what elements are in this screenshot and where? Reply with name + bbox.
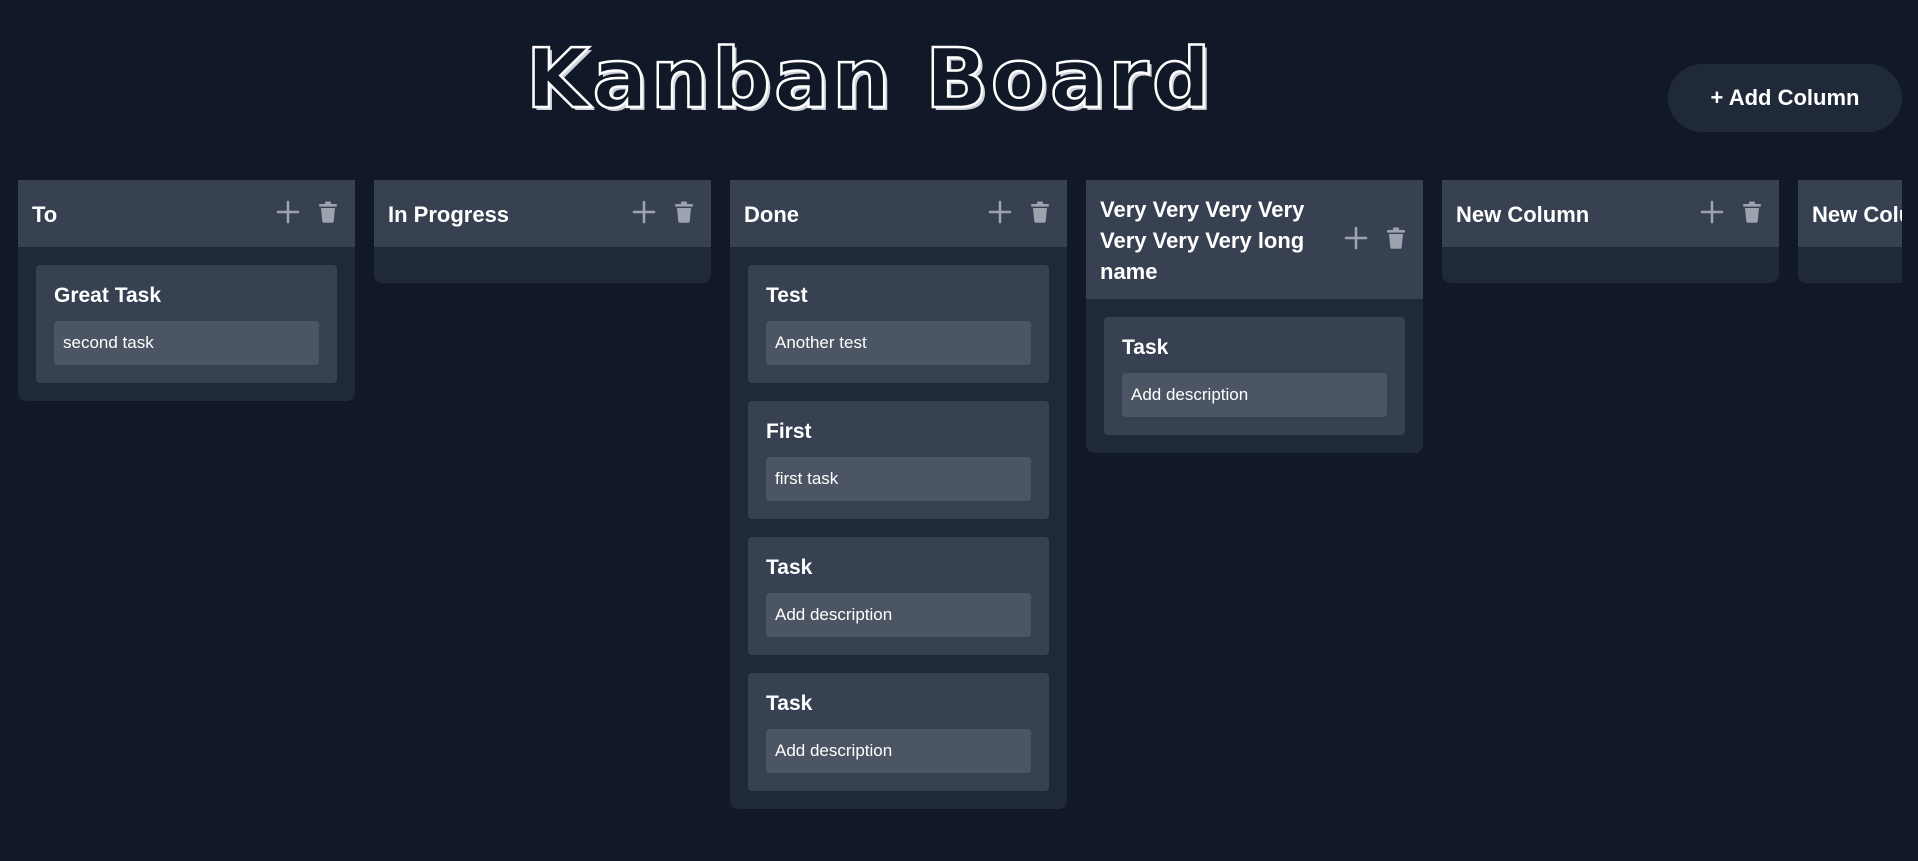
- delete-column-button[interactable]: [1739, 201, 1765, 228]
- task-card[interactable]: Great Task second task: [36, 265, 337, 383]
- kanban-column: In Progress: [374, 180, 711, 283]
- column-actions: [1343, 226, 1409, 255]
- task-title[interactable]: Task: [1122, 335, 1387, 361]
- delete-column-button[interactable]: [1383, 227, 1409, 254]
- trash-icon: [1030, 201, 1050, 228]
- column-header[interactable]: To: [18, 180, 355, 247]
- columns-row: To Great Task second task In Progress Done Te…: [18, 180, 1902, 809]
- column-title[interactable]: New Column: [1812, 199, 1902, 230]
- column-title[interactable]: Done: [744, 199, 974, 230]
- add-task-button[interactable]: [1343, 226, 1369, 255]
- task-description-field[interactable]: first task: [766, 457, 1031, 501]
- add-task-button[interactable]: [631, 200, 657, 229]
- task-description-field[interactable]: Add description: [1122, 373, 1387, 417]
- column-actions: [631, 200, 697, 229]
- column-actions: [987, 200, 1053, 229]
- column-title[interactable]: To: [32, 199, 262, 230]
- task-description-field[interactable]: Add description: [766, 729, 1031, 773]
- task-title[interactable]: Great Task: [54, 283, 319, 309]
- kanban-column: Very Very Very Very Very Very Very long …: [1086, 180, 1423, 453]
- kanban-column: New Column: [1798, 180, 1902, 283]
- column-header[interactable]: Done: [730, 180, 1067, 247]
- task-card[interactable]: Test Another test: [748, 265, 1049, 383]
- add-task-button[interactable]: [987, 200, 1013, 229]
- task-card[interactable]: Task Add description: [1104, 317, 1405, 435]
- kanban-column: Done Test Another test First first task Task A…: [730, 180, 1067, 809]
- task-title[interactable]: First: [766, 419, 1031, 445]
- kanban-column: To Great Task second task: [18, 180, 355, 401]
- trash-icon: [318, 201, 338, 228]
- task-card[interactable]: Task Add description: [748, 673, 1049, 791]
- board-title: Kanban Board: [525, 32, 1214, 127]
- trash-icon: [674, 201, 694, 228]
- column-title[interactable]: New Column: [1456, 199, 1686, 230]
- plus-icon: [1344, 226, 1368, 255]
- column-header[interactable]: New Column: [1798, 180, 1902, 247]
- column-actions: [1699, 200, 1765, 229]
- delete-column-button[interactable]: [1027, 201, 1053, 228]
- task-description-field[interactable]: Another test: [766, 321, 1031, 365]
- task-description-field[interactable]: second task: [54, 321, 319, 365]
- add-task-button[interactable]: [1699, 200, 1725, 229]
- add-column-button[interactable]: + Add Column: [1668, 64, 1902, 132]
- plus-icon: [988, 200, 1012, 229]
- column-title[interactable]: Very Very Very Very Very Very Very long …: [1100, 194, 1330, 287]
- trash-icon: [1742, 201, 1762, 228]
- task-description-field[interactable]: Add description: [766, 593, 1031, 637]
- kanban-page: Kanban Board + Add Column To Great Task se…: [0, 0, 1918, 861]
- task-title[interactable]: Task: [766, 555, 1031, 581]
- add-task-button[interactable]: [275, 200, 301, 229]
- task-title[interactable]: Test: [766, 283, 1031, 309]
- column-header[interactable]: Very Very Very Very Very Very Very long …: [1086, 180, 1423, 299]
- delete-column-button[interactable]: [315, 201, 341, 228]
- kanban-column: New Column: [1442, 180, 1779, 283]
- task-list: Test Another test First first task Task Add d…: [730, 247, 1067, 791]
- trash-icon: [1386, 227, 1406, 254]
- delete-column-button[interactable]: [671, 201, 697, 228]
- task-list: Great Task second task: [18, 247, 355, 383]
- column-title[interactable]: In Progress: [388, 199, 618, 230]
- plus-icon: [1700, 200, 1724, 229]
- column-header[interactable]: New Column: [1442, 180, 1779, 247]
- task-title[interactable]: Task: [766, 691, 1031, 717]
- task-list: Task Add description: [1086, 299, 1423, 435]
- columns-container[interactable]: To Great Task second task In Progress Done Te…: [18, 180, 1902, 861]
- plus-icon: [276, 200, 300, 229]
- column-header[interactable]: In Progress: [374, 180, 711, 247]
- task-card[interactable]: Task Add description: [748, 537, 1049, 655]
- column-actions: [275, 200, 341, 229]
- task-card[interactable]: First first task: [748, 401, 1049, 519]
- plus-icon: [632, 200, 656, 229]
